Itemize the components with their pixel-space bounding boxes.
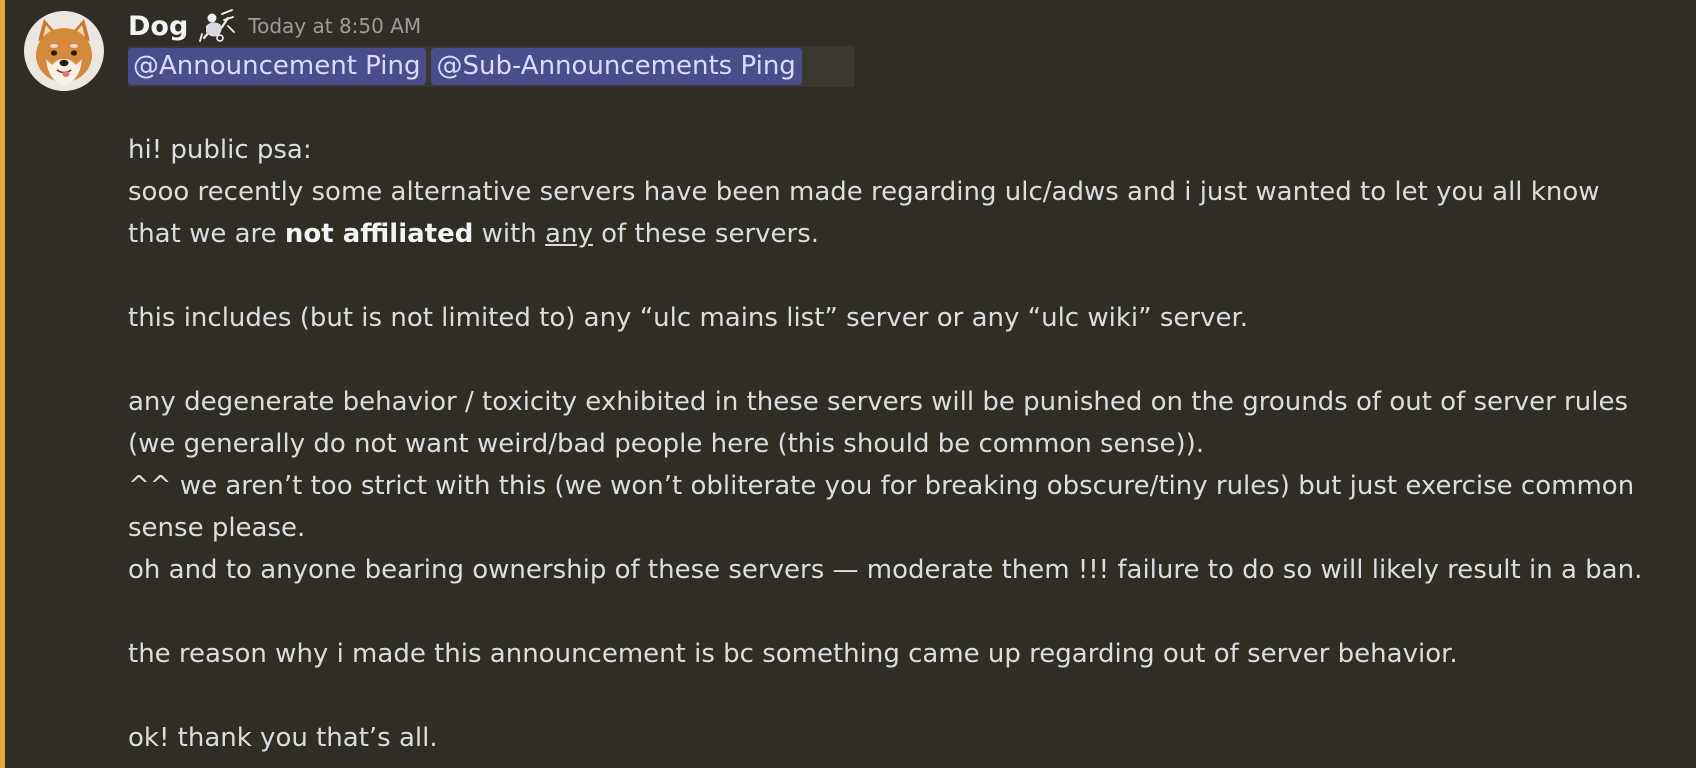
message-line: this includes (but is not limited to) an… [128,303,1249,333]
rider-icon [198,8,236,44]
message-line: oh and to anyone bearing ownership of th… [128,555,1643,585]
message-timestamp[interactable]: Today at 8:50 AM [248,14,421,38]
mention-announcement-ping[interactable]: @Announcement Ping [128,48,427,85]
mention-highlight-bar [0,0,5,768]
text-span: that we are [128,219,285,249]
message-line: (we generally do not want weird/bad peop… [128,429,1205,459]
message-line: ok! thank you that’s all. [128,723,438,753]
text-span: of these servers. [592,219,820,249]
message-line: the reason why i made this announcement … [128,639,1458,669]
message-line: that we are not affiliated with any of t… [128,213,1688,255]
text-span: with [473,219,546,249]
message-line: hi! public psa: [128,135,312,165]
bold-text: not affiliated [284,219,474,249]
message-line: any degenerate behavior / toxicity exhib… [128,387,1628,417]
mention-sub-announcements-ping[interactable]: @Sub-Announcements Ping [431,48,802,85]
chat-message: Dog Today at 8:50 AM @Announcement Ping … [0,0,1696,768]
mention-row: @Announcement Ping @Sub-Announcements Pi… [128,46,854,87]
username[interactable]: Dog [128,11,188,42]
message-line: sooo recently some alternative servers h… [128,177,1600,207]
avatar[interactable] [24,11,104,91]
underlined-text: any [545,219,593,249]
message-content: hi! public psa: sooo recently some alter… [128,129,1688,759]
message-line: ^^ we aren’t too strict with this (we wo… [128,471,1635,501]
message-header: Dog Today at 8:50 AM [128,6,421,46]
shiba-dog-avatar-icon [24,11,104,91]
message-line: sense please. [128,513,306,543]
